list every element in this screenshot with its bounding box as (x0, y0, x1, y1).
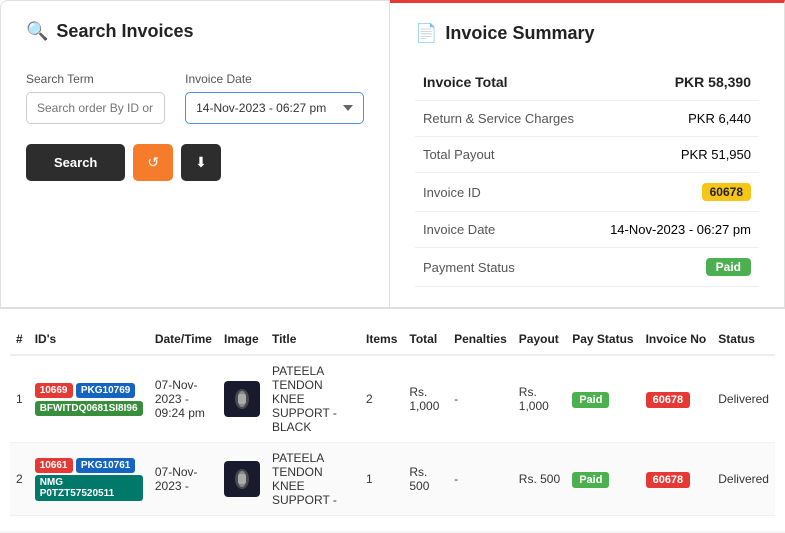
col-payout: Payout (513, 324, 566, 355)
summary-value-payment-status: Paid (592, 248, 759, 287)
summary-label-payout: Total Payout (415, 137, 592, 173)
summary-row-charges: Return & Service Charges PKR 6,440 (415, 101, 759, 137)
table-row: 2 10661 PKG10761 NMG P0TZT57520511 07-No… (10, 443, 775, 516)
table-header-row: # ID's Date/Time Image Title Items Total… (10, 324, 775, 355)
row-total: Rs. 1,000 (403, 355, 448, 443)
row-penalties: - (448, 443, 513, 516)
id-badge-blue: PKG10761 (76, 458, 135, 473)
search-icon: 🔍 (26, 21, 48, 42)
search-panel-header: 🔍 Search Invoices (26, 21, 364, 42)
invoice-date-select[interactable]: 14-Nov-2023 - 06:27 pm (185, 92, 364, 124)
row-image (218, 355, 266, 443)
col-items: Items (360, 324, 403, 355)
row-invoice-no: 60678 (640, 443, 713, 516)
summary-row-payment-status: Payment Status Paid (415, 248, 759, 287)
row-title: PATEELA TENDON KNEE SUPPORT - (266, 443, 360, 516)
orders-table-section: # ID's Date/Time Image Title Items Total… (0, 308, 785, 531)
col-invoice-no: Invoice No (640, 324, 713, 355)
id-badge-blue: PKG10769 (76, 383, 135, 398)
invoice-no-badge: 60678 (646, 472, 691, 488)
pay-status-badge: Paid (572, 472, 609, 488)
summary-value-payout: PKR 51,950 (592, 137, 759, 173)
row-penalties: - (448, 355, 513, 443)
table-row: 1 10669 PKG10769 BFWITDQ0681SI8I96 07-No… (10, 355, 775, 443)
col-pay-status: Pay Status (566, 324, 639, 355)
row-datetime: 07-Nov-2023 -09:24 pm (149, 355, 218, 443)
summary-row-invoice-date: Invoice Date 14-Nov-2023 - 06:27 pm (415, 212, 759, 248)
row-items: 1 (360, 443, 403, 516)
summary-value-charges: PKR 6,440 (592, 101, 759, 137)
col-ids: ID's (29, 324, 149, 355)
col-datetime: Date/Time (149, 324, 218, 355)
summary-label-invoice-id: Invoice ID (415, 173, 592, 212)
row-total: Rs. 500 (403, 443, 448, 516)
row-pay-status: Paid (566, 443, 639, 516)
summary-row-payout: Total Payout PKR 51,950 (415, 137, 759, 173)
product-thumbnail (224, 461, 260, 497)
search-term-group: Search Term (26, 72, 165, 124)
summary-label-total: Invoice Total (415, 64, 592, 101)
col-image: Image (218, 324, 266, 355)
col-total: Total (403, 324, 448, 355)
row-items: 2 (360, 355, 403, 443)
col-num: # (10, 324, 29, 355)
search-panel-title: Search Invoices (56, 21, 193, 42)
summary-row-invoice-id: Invoice ID 60678 (415, 173, 759, 212)
row-payout: Rs. 500 (513, 443, 566, 516)
summary-label-charges: Return & Service Charges (415, 101, 592, 137)
id-badge-red: 10661 (35, 458, 73, 473)
invoice-date-label: Invoice Date (185, 72, 364, 86)
summary-table: Invoice Total PKR 58,390 Return & Servic… (415, 64, 759, 287)
download-icon: ⬇ (195, 154, 207, 171)
action-buttons: Search ↺ ⬇ (26, 144, 364, 181)
row-ids: 10661 PKG10761 NMG P0TZT57520511 (29, 443, 149, 516)
summary-value-invoice-id: 60678 (592, 173, 759, 212)
row-status: Delivered (712, 443, 775, 516)
col-penalties: Penalties (448, 324, 513, 355)
search-button[interactable]: Search (26, 144, 125, 181)
summary-label-invoice-date: Invoice Date (415, 212, 592, 248)
summary-value-total: PKR 58,390 (592, 64, 759, 101)
invoice-summary-title: Invoice Summary (445, 23, 594, 44)
row-datetime: 07-Nov-2023 - (149, 443, 218, 516)
invoice-icon: 📄 (415, 23, 437, 44)
invoice-no-badge: 60678 (646, 392, 691, 408)
invoice-summary-header: 📄 Invoice Summary (415, 23, 759, 44)
payment-status-badge: Paid (706, 258, 751, 276)
search-form-row: Search Term Invoice Date 14-Nov-2023 - 0… (26, 72, 364, 124)
refresh-icon: ↺ (147, 154, 159, 171)
pay-status-badge: Paid (572, 392, 609, 408)
col-status: Status (712, 324, 775, 355)
search-term-label: Search Term (26, 72, 165, 86)
row-ids: 10669 PKG10769 BFWITDQ0681SI8I96 (29, 355, 149, 443)
id-badge-red: 10669 (35, 383, 73, 398)
row-title: PATEELA TENDON KNEE SUPPORT - BLACK (266, 355, 360, 443)
invoice-id-badge: 60678 (702, 183, 751, 201)
refresh-button[interactable]: ↺ (133, 144, 173, 181)
invoice-summary-panel: 📄 Invoice Summary Invoice Total PKR 58,3… (390, 0, 785, 308)
id-badge-green: BFWITDQ0681SI8I96 (35, 401, 143, 416)
summary-label-payment-status: Payment Status (415, 248, 592, 287)
row-image (218, 443, 266, 516)
row-invoice-no: 60678 (640, 355, 713, 443)
row-num: 2 (10, 443, 29, 516)
row-status: Delivered (712, 355, 775, 443)
search-input[interactable] (26, 92, 165, 124)
row-pay-status: Paid (566, 355, 639, 443)
summary-row-total: Invoice Total PKR 58,390 (415, 64, 759, 101)
summary-value-invoice-date: 14-Nov-2023 - 06:27 pm (592, 212, 759, 248)
invoice-date-group: Invoice Date 14-Nov-2023 - 06:27 pm (185, 72, 364, 124)
download-button[interactable]: ⬇ (181, 144, 221, 181)
row-payout: Rs. 1,000 (513, 355, 566, 443)
search-panel: 🔍 Search Invoices Search Term Invoice Da… (0, 0, 390, 308)
col-title: Title (266, 324, 360, 355)
orders-table: # ID's Date/Time Image Title Items Total… (10, 324, 775, 516)
product-thumbnail (224, 381, 260, 417)
row-num: 1 (10, 355, 29, 443)
id-badge-teal: NMG P0TZT57520511 (35, 475, 143, 501)
